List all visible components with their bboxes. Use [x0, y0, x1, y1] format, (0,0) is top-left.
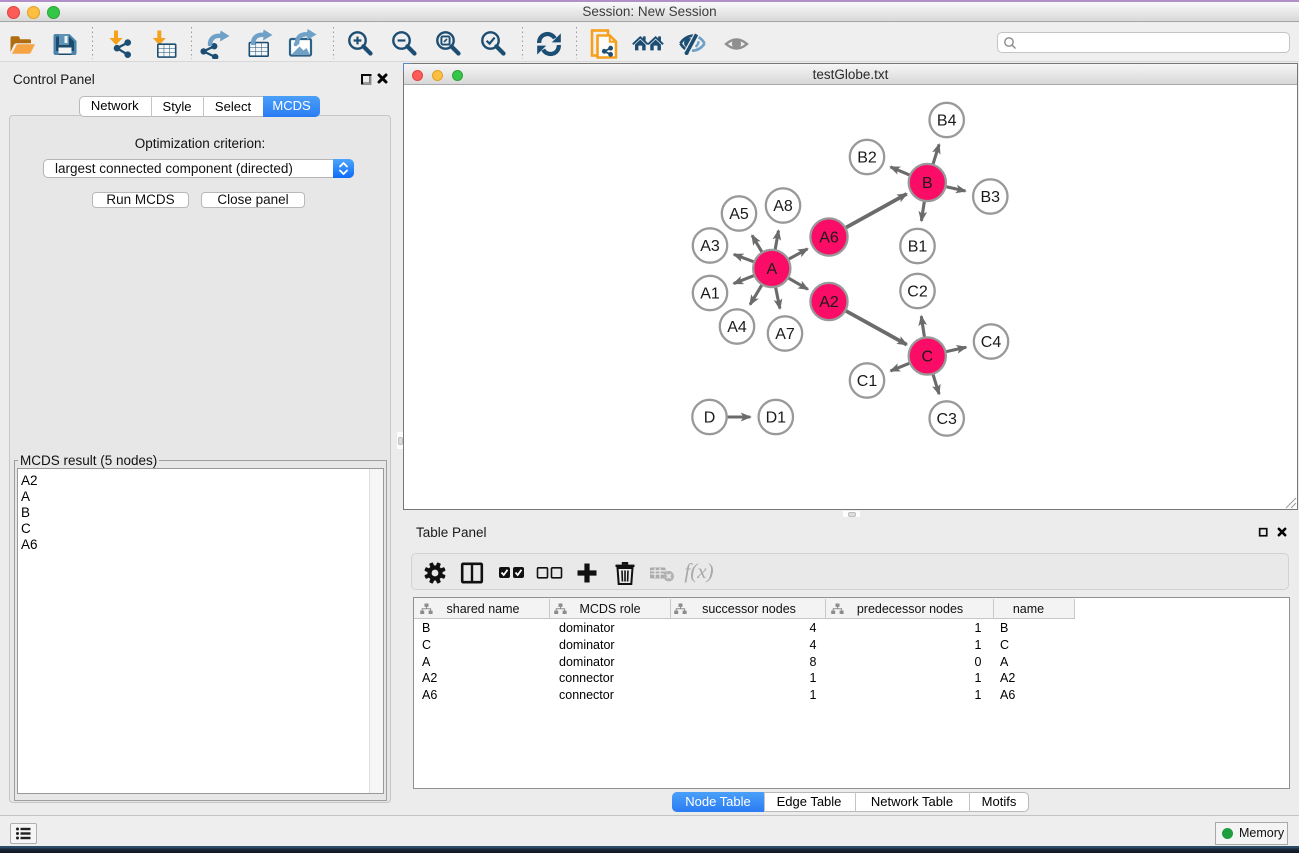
svg-text:A7: A7 — [775, 326, 795, 343]
svg-text:B3: B3 — [981, 189, 1001, 206]
svg-text:B1: B1 — [908, 239, 928, 256]
svg-text:C2: C2 — [907, 284, 928, 301]
svg-text:A2: A2 — [819, 294, 839, 311]
svg-text:A4: A4 — [727, 319, 747, 336]
svg-text:B: B — [922, 175, 933, 192]
svg-text:A5: A5 — [729, 206, 749, 223]
svg-text:D: D — [704, 410, 716, 427]
svg-text:A1: A1 — [700, 286, 720, 303]
svg-text:C3: C3 — [936, 411, 957, 428]
svg-text:C1: C1 — [857, 373, 878, 390]
svg-text:C: C — [922, 349, 934, 366]
svg-text:B4: B4 — [937, 113, 957, 130]
svg-text:A8: A8 — [773, 198, 793, 215]
svg-text:D1: D1 — [766, 410, 787, 427]
svg-text:C4: C4 — [981, 334, 1002, 351]
svg-text:B2: B2 — [857, 150, 877, 167]
svg-text:A: A — [766, 261, 777, 278]
svg-text:A3: A3 — [700, 238, 720, 255]
svg-text:A6: A6 — [819, 230, 839, 247]
